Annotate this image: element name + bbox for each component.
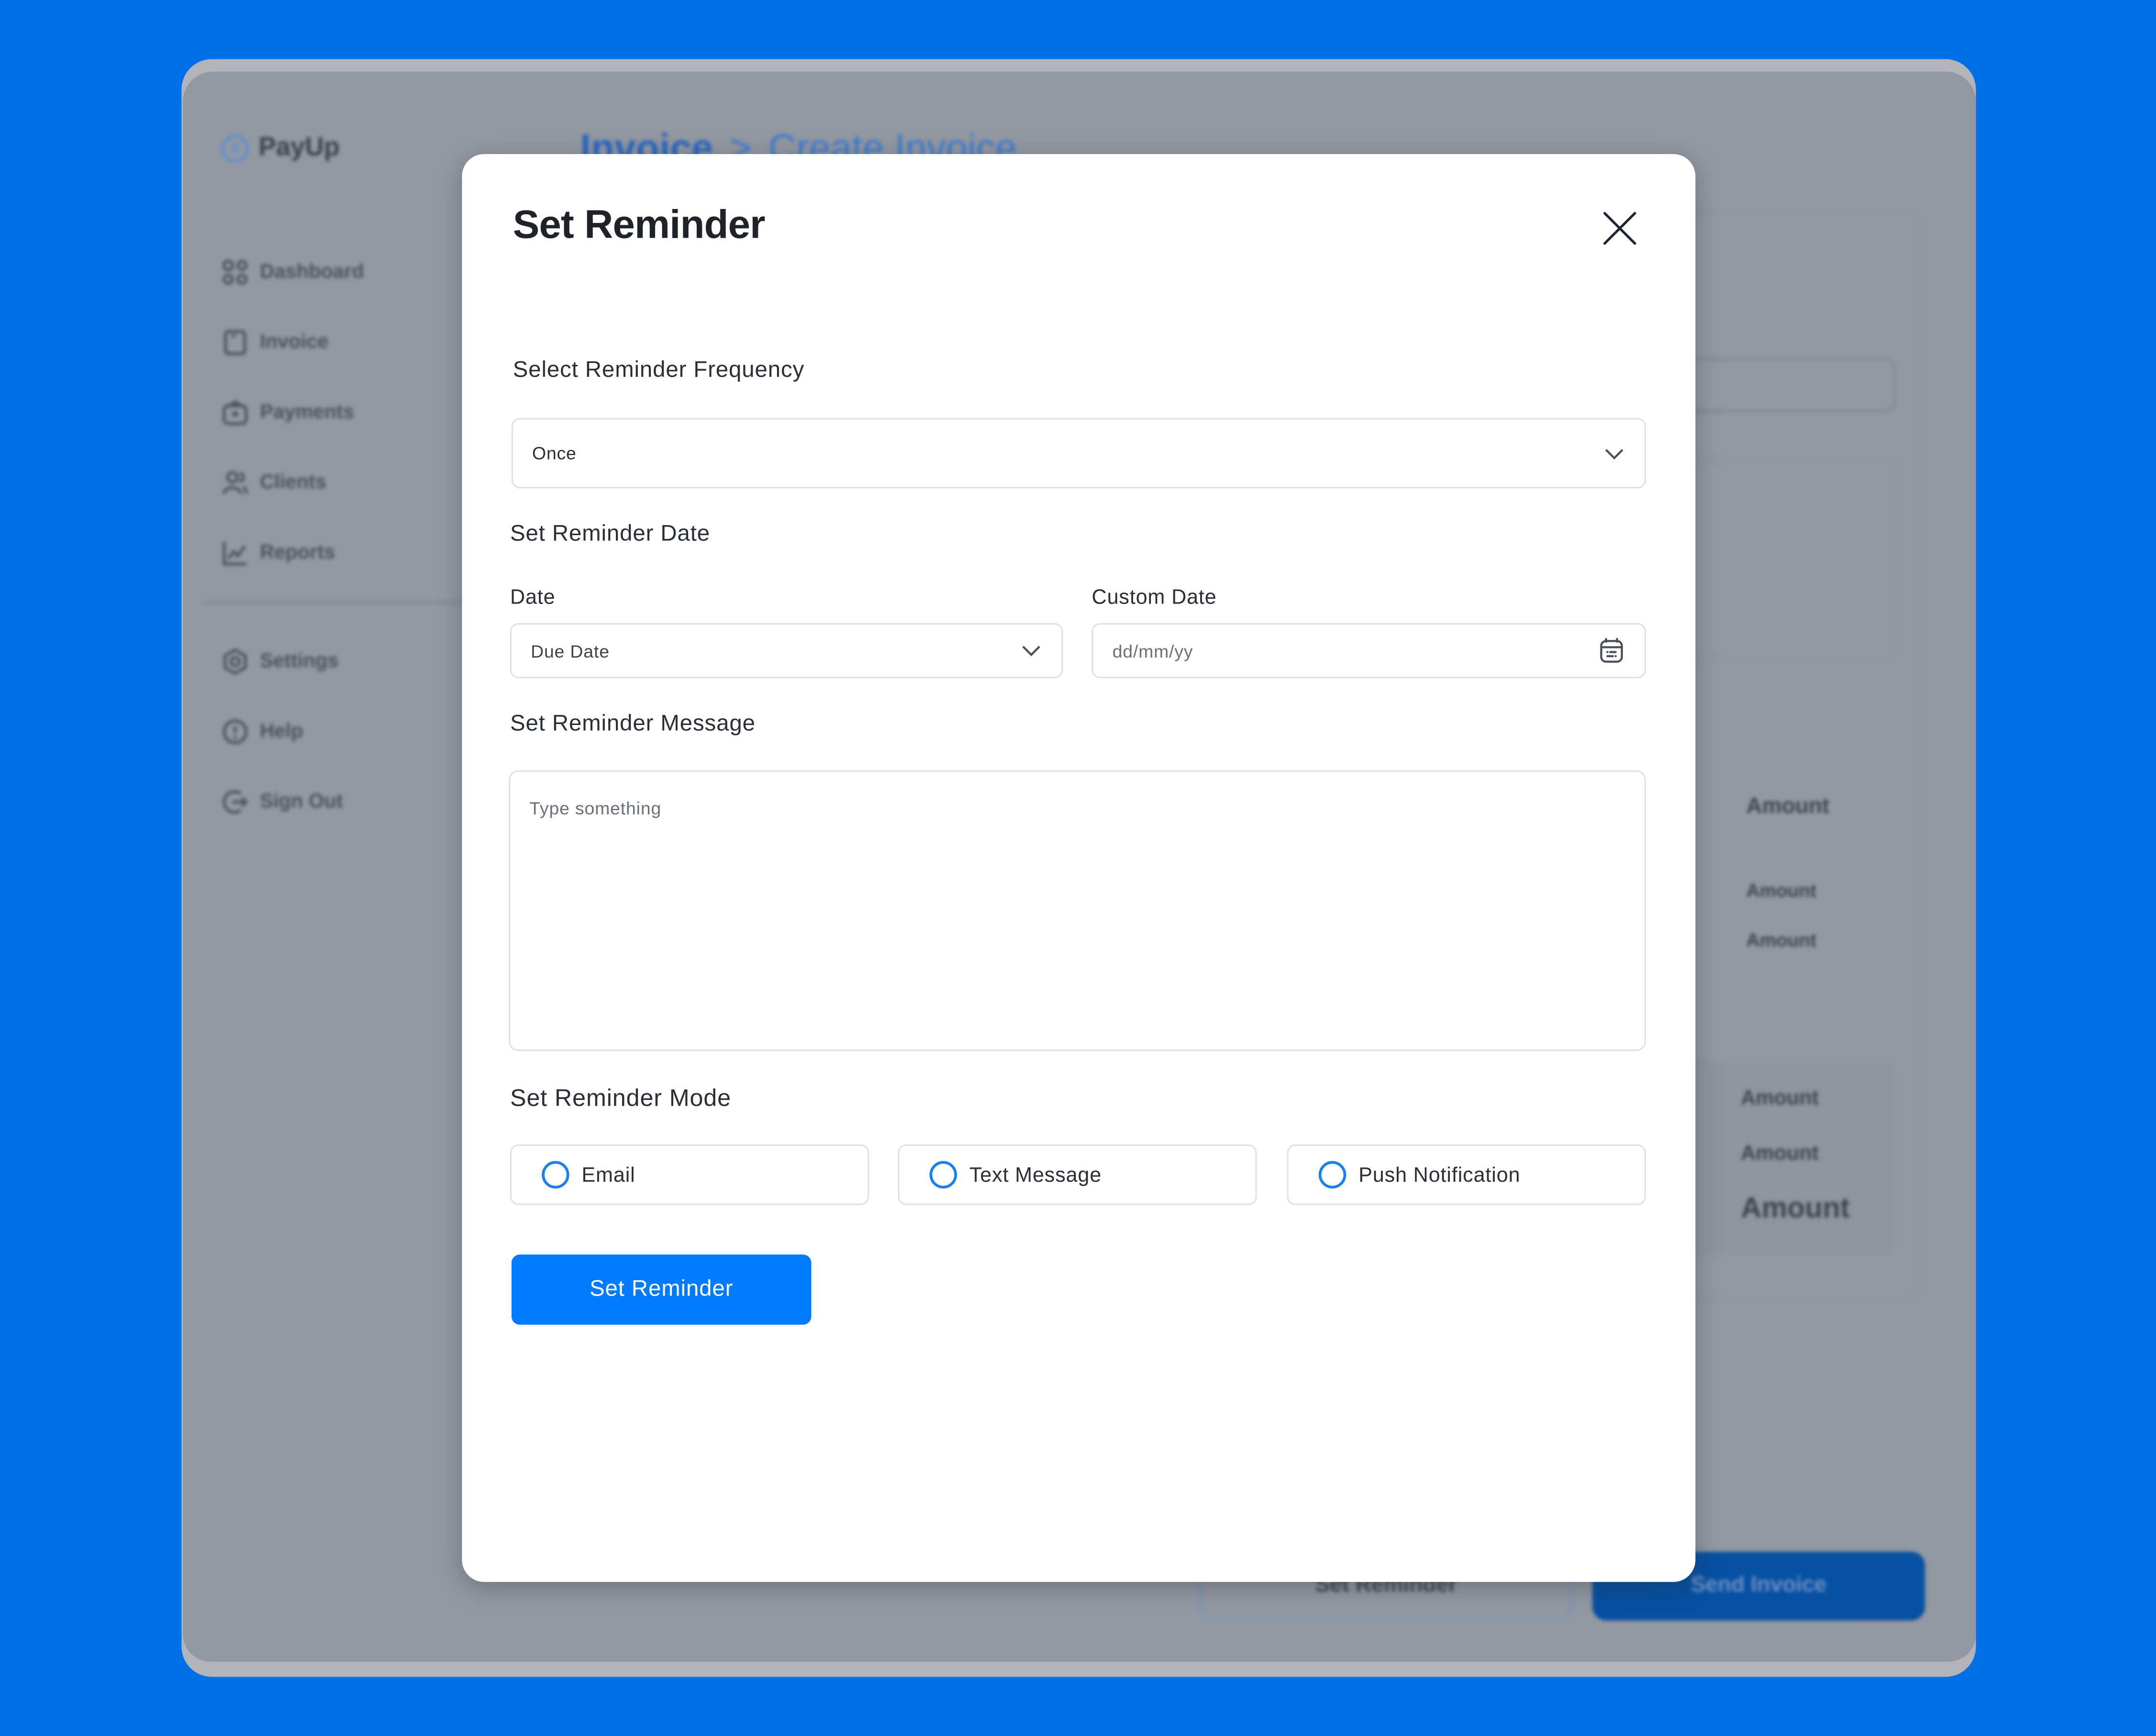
sidebar-item-invoice[interactable]: Invoice bbox=[221, 307, 364, 377]
date-label: Date bbox=[510, 586, 556, 610]
sign-out-icon bbox=[221, 788, 249, 815]
sidebar-item-label: Dashboard bbox=[260, 261, 364, 283]
mode-option-label: Push Notification bbox=[1358, 1163, 1521, 1187]
message-section-label: Set Reminder Message bbox=[510, 711, 755, 736]
set-reminder-submit-button[interactable]: Set Reminder bbox=[511, 1254, 811, 1325]
sidebar-item-label: Payments bbox=[260, 401, 354, 423]
reports-chart-icon bbox=[221, 538, 249, 566]
set-reminder-modal: Set Reminder Select Reminder Frequency O… bbox=[462, 154, 1696, 1582]
total-amount: Amount bbox=[1740, 1192, 1850, 1224]
invoice-document-icon bbox=[221, 328, 249, 356]
brand-logo-icon: $ bbox=[221, 134, 249, 163]
mode-option-label: Email bbox=[581, 1163, 635, 1187]
mode-option-label: Text Message bbox=[969, 1163, 1102, 1187]
background-info-box bbox=[1668, 459, 1896, 659]
help-circle-icon bbox=[221, 717, 249, 745]
message-placeholder: Type something bbox=[529, 798, 662, 819]
mode-option-push-notification[interactable]: Push Notification bbox=[1287, 1144, 1646, 1205]
radio-unchecked-icon[interactable] bbox=[542, 1161, 569, 1189]
custom-date-placeholder: dd/mm/yy bbox=[1112, 640, 1193, 661]
sidebar-item-label: Clients bbox=[260, 471, 327, 494]
frequency-label: Select Reminder Frequency bbox=[513, 357, 805, 383]
chevron-down-icon bbox=[1020, 640, 1042, 662]
sidebar-item-label: Sign Out bbox=[260, 790, 343, 813]
custom-date-input[interactable]: dd/mm/yy bbox=[1092, 623, 1646, 679]
sidebar-item-help[interactable]: Help bbox=[221, 696, 343, 766]
amount-cell: Amount bbox=[1746, 930, 1817, 951]
subtotal-amount: Amount bbox=[1740, 1087, 1819, 1110]
tax-amount: Amount bbox=[1740, 1142, 1819, 1165]
date-select[interactable]: Due Date bbox=[510, 623, 1063, 679]
mode-section-label: Set Reminder Mode bbox=[510, 1084, 732, 1112]
radio-unchecked-icon[interactable] bbox=[1318, 1161, 1346, 1189]
sidebar-item-sign-out[interactable]: Sign Out bbox=[221, 766, 343, 836]
sidebar-item-clients[interactable]: Clients bbox=[221, 447, 364, 517]
brand: $ PayUp bbox=[221, 133, 340, 164]
radio-unchecked-icon[interactable] bbox=[929, 1161, 957, 1189]
message-textarea[interactable]: Type something bbox=[509, 770, 1646, 1051]
mode-option-text-message[interactable]: Text Message bbox=[897, 1144, 1257, 1205]
amount-cell: Amount bbox=[1746, 880, 1817, 901]
sidebar-item-dashboard[interactable]: Dashboard bbox=[221, 237, 364, 307]
frequency-selected-value: Once bbox=[532, 443, 577, 464]
sidebar-primary-nav: Dashboard Invoice Payments Clients Repor… bbox=[221, 237, 364, 587]
payments-wallet-icon bbox=[221, 398, 249, 426]
close-button[interactable] bbox=[1600, 209, 1639, 248]
sidebar-item-label: Invoice bbox=[260, 330, 329, 353]
close-icon bbox=[1603, 212, 1636, 245]
clients-users-icon bbox=[221, 468, 249, 496]
date-selected-value: Due Date bbox=[531, 640, 610, 661]
gear-icon bbox=[221, 647, 249, 675]
dashboard-grid-icon bbox=[221, 258, 249, 286]
screen: $ PayUp Dashboard Invoice Payments Clien… bbox=[0, 0, 2156, 1736]
sidebar-item-label: Help bbox=[260, 720, 303, 742]
amount-column-header: Amount bbox=[1746, 795, 1829, 819]
sidebar-secondary-nav: Settings Help Sign Out bbox=[221, 626, 343, 836]
mode-option-email[interactable]: Email bbox=[510, 1144, 869, 1205]
background-input-field bbox=[1668, 357, 1896, 413]
modal-title: Set Reminder bbox=[513, 203, 766, 248]
brand-name: PayUp bbox=[258, 133, 340, 163]
chevron-down-icon bbox=[1603, 442, 1625, 464]
reminder-date-section-label: Set Reminder Date bbox=[510, 521, 711, 546]
sidebar-item-payments[interactable]: Payments bbox=[221, 377, 364, 447]
custom-date-label: Custom Date bbox=[1092, 586, 1217, 610]
frequency-select[interactable]: Once bbox=[511, 418, 1646, 489]
sidebar-item-label: Settings bbox=[260, 650, 339, 672]
calendar-icon[interactable] bbox=[1598, 637, 1626, 665]
sidebar-item-settings[interactable]: Settings bbox=[221, 626, 343, 696]
sidebar-item-label: Reports bbox=[260, 541, 336, 563]
sidebar-item-reports[interactable]: Reports bbox=[221, 517, 364, 588]
